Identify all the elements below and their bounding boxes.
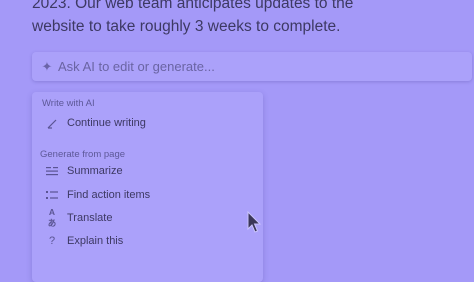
menu-item-label: Continue writing [67,117,146,129]
document-text: 2023. Our web team anticipates updates t… [32,0,452,38]
translate-icon: Aあ [47,207,57,228]
ai-prompt-bar[interactable]: ✦ [32,52,472,81]
menu-item-explain-this[interactable]: ? Explain this [32,230,263,252]
menu-item-label: Explain this [67,235,124,247]
menu-item-summarize[interactable]: Summarize [32,160,263,182]
ai-prompt-input[interactable] [58,59,438,74]
pen-icon [45,118,59,129]
summarize-icon [45,166,59,176]
menu-item-label: Find action items [67,189,151,201]
section-label-generate-from-page: Generate from page [40,149,126,160]
checklist-icon [45,190,59,201]
menu-item-translate[interactable]: Aあ Translate [32,207,263,229]
document-line: 2023. Our web team anticipates updates t… [32,0,354,12]
menu-item-label: Summarize [67,165,123,177]
ai-command-menu: Write with AI Continue writing Generate … [32,92,263,282]
menu-item-find-action-items[interactable]: Find action items [32,184,263,206]
document-line: website to take roughly 3 weeks to compl… [32,18,341,35]
menu-item-label: Translate [67,212,113,224]
menu-item-continue-writing[interactable]: Continue writing [32,112,263,134]
sparkle-icon: ✦ [41,58,53,74]
section-label-write-with-ai: Write with AI [42,98,95,109]
question-icon: ? [48,235,56,247]
mouse-pointer-icon [247,211,262,233]
